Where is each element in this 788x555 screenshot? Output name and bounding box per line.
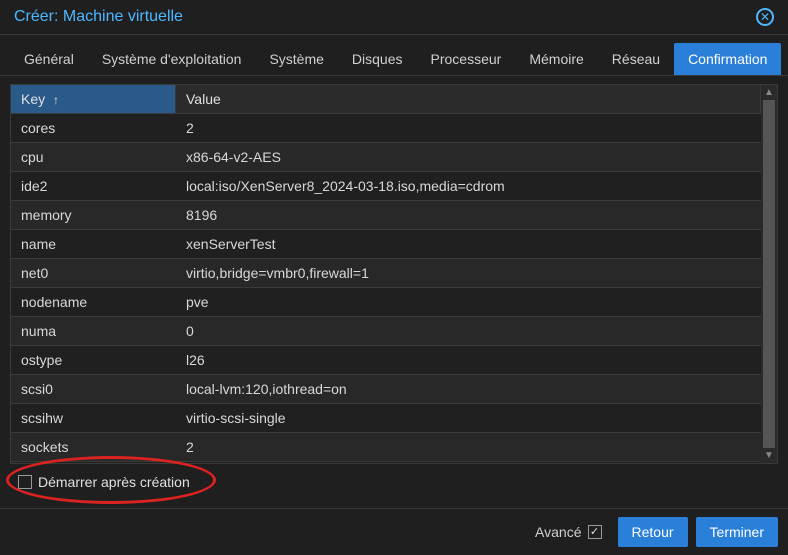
cell-value: xenServerTest — [176, 230, 761, 258]
tab-cpu[interactable]: Processeur — [417, 43, 516, 75]
tab-disks[interactable]: Disques — [338, 43, 417, 75]
dialog-content: Key ↑ Value cores2cpux86-64-v2-AESide2lo… — [0, 76, 788, 508]
column-header-key[interactable]: Key ↑ — [11, 85, 176, 113]
cell-value: local-lvm:120,iothread=on — [176, 375, 761, 403]
cell-value: virtio,bridge=vmbr0,firewall=1 — [176, 259, 761, 287]
cell-value: local:iso/XenServer8_2024-03-18.iso,medi… — [176, 172, 761, 200]
cell-value: 0 — [176, 317, 761, 345]
start-after-create-checkbox[interactable] — [18, 475, 32, 489]
sort-asc-icon: ↑ — [53, 93, 59, 107]
cell-key: tpmstate0 — [11, 462, 176, 463]
dialog-title: Créer: Machine virtuelle — [14, 8, 183, 26]
cell-value: 2 — [176, 433, 761, 461]
table-row[interactable]: memory8196 — [11, 200, 761, 229]
tab-network[interactable]: Réseau — [598, 43, 674, 75]
start-after-create-label: Démarrer après création — [38, 474, 190, 490]
cell-key: sockets — [11, 433, 176, 461]
close-icon[interactable]: ✕ — [756, 8, 774, 26]
table-row[interactable]: scsi0local-lvm:120,iothread=on — [11, 374, 761, 403]
cell-value: pve — [176, 288, 761, 316]
cell-key: numa — [11, 317, 176, 345]
cell-key: cores — [11, 114, 176, 142]
table-row[interactable]: nodenamepve — [11, 287, 761, 316]
table-row[interactable]: tpmstate0local-lvm:1,version=v2.0 — [11, 461, 761, 463]
scroll-down-icon[interactable]: ▼ — [764, 450, 774, 461]
tab-general[interactable]: Général — [10, 43, 88, 75]
dialog-footer: Avancé Retour Terminer — [0, 508, 788, 555]
cell-key: cpu — [11, 143, 176, 171]
finish-button[interactable]: Terminer — [696, 517, 778, 547]
table-row[interactable]: numa0 — [11, 316, 761, 345]
advanced-label: Avancé — [535, 524, 581, 540]
back-button[interactable]: Retour — [618, 517, 688, 547]
table-row[interactable]: cores2 — [11, 113, 761, 142]
scroll-up-icon[interactable]: ▲ — [764, 87, 774, 98]
table-row[interactable]: net0virtio,bridge=vmbr0,firewall=1 — [11, 258, 761, 287]
scrollbar[interactable]: ▲ ▼ — [761, 85, 777, 463]
table-row[interactable]: namexenServerTest — [11, 229, 761, 258]
create-vm-dialog: Créer: Machine virtuelle ✕ Général Systè… — [0, 0, 788, 555]
wizard-tabs: Général Système d'exploitation Système D… — [0, 35, 788, 76]
table-row[interactable]: scsihwvirtio-scsi-single — [11, 403, 761, 432]
dialog-header: Créer: Machine virtuelle ✕ — [0, 0, 788, 35]
table-row[interactable]: ostypel26 — [11, 345, 761, 374]
cell-key: ostype — [11, 346, 176, 374]
table-row[interactable]: cpux86-64-v2-AES — [11, 142, 761, 171]
cell-value: x86-64-v2-AES — [176, 143, 761, 171]
tab-system[interactable]: Système — [255, 43, 337, 75]
advanced-toggle[interactable]: Avancé — [535, 524, 601, 540]
cell-value: virtio-scsi-single — [176, 404, 761, 432]
cell-key: memory — [11, 201, 176, 229]
tab-os[interactable]: Système d'exploitation — [88, 43, 256, 75]
table-row[interactable]: sockets2 — [11, 432, 761, 461]
table-body: Key ↑ Value cores2cpux86-64-v2-AESide2lo… — [11, 85, 761, 463]
start-after-create-row: Démarrer après création — [10, 464, 778, 500]
cell-key: name — [11, 230, 176, 258]
cell-key: scsi0 — [11, 375, 176, 403]
cell-value: l26 — [176, 346, 761, 374]
tab-confirmation[interactable]: Confirmation — [674, 43, 781, 75]
tab-memory[interactable]: Mémoire — [515, 43, 597, 75]
config-table: Key ↑ Value cores2cpux86-64-v2-AESide2lo… — [10, 84, 778, 464]
column-header-value[interactable]: Value — [176, 85, 761, 113]
table-header-row: Key ↑ Value — [11, 85, 761, 113]
cell-key: ide2 — [11, 172, 176, 200]
cell-value: 2 — [176, 114, 761, 142]
cell-value: local-lvm:1,version=v2.0 — [176, 462, 761, 463]
cell-key: scsihw — [11, 404, 176, 432]
cell-key: net0 — [11, 259, 176, 287]
cell-value: 8196 — [176, 201, 761, 229]
cell-key: nodename — [11, 288, 176, 316]
table-row[interactable]: ide2local:iso/XenServer8_2024-03-18.iso,… — [11, 171, 761, 200]
advanced-checkbox[interactable] — [588, 525, 602, 539]
column-header-key-label: Key — [21, 91, 45, 107]
scroll-thumb[interactable] — [763, 100, 775, 448]
